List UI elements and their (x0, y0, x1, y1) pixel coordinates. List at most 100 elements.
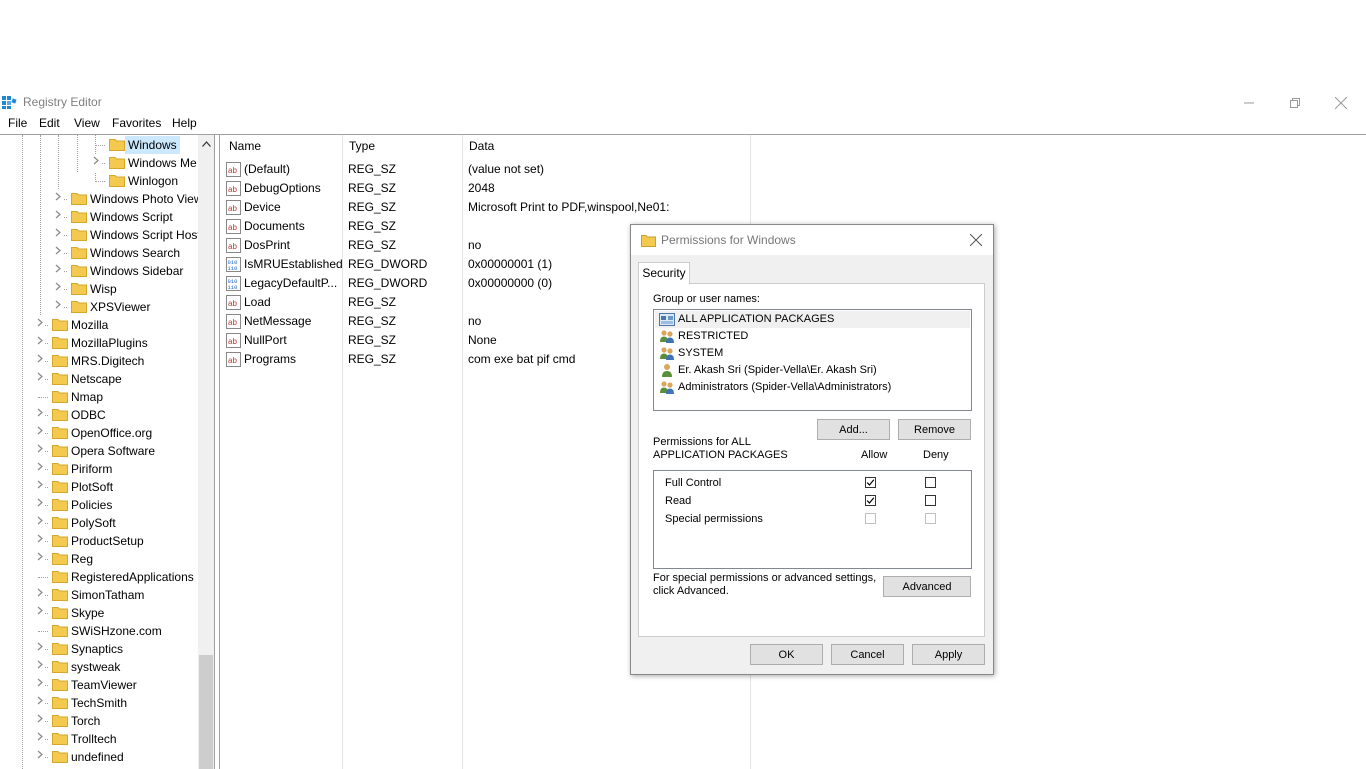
chevron-right-icon[interactable] (35, 712, 45, 730)
close-button[interactable] (1318, 92, 1364, 114)
user-list-item[interactable]: SYSTEM (655, 345, 970, 362)
tree-item[interactable]: OpenOffice.org (0, 424, 198, 442)
chevron-right-icon[interactable] (35, 406, 45, 424)
tree-item[interactable]: Reg (0, 550, 198, 568)
tree-item[interactable]: Nmap (0, 388, 198, 406)
chevron-right-icon[interactable] (35, 532, 45, 550)
column-header-name[interactable]: Name (229, 139, 261, 153)
tree-item[interactable]: Skype (0, 604, 198, 622)
chevron-right-icon[interactable] (91, 154, 101, 172)
tree-item[interactable]: Windows Me (0, 154, 198, 172)
chevron-right-icon[interactable] (35, 334, 45, 352)
user-list-item[interactable]: Er. Akash Sri (Spider-Vella\Er. Akash Sr… (655, 362, 970, 379)
tree-item[interactable]: XPSViewer (0, 298, 198, 316)
scrollbar-thumb[interactable] (199, 655, 213, 769)
add-button[interactable]: Add... (817, 419, 890, 440)
chevron-right-icon[interactable] (35, 496, 45, 514)
chevron-right-icon[interactable] (35, 316, 45, 334)
tree-item[interactable]: Mozilla (0, 316, 198, 334)
chevron-right-icon[interactable] (35, 748, 45, 766)
tree-item[interactable]: PolySoft (0, 514, 198, 532)
tree-item[interactable]: Netscape (0, 370, 198, 388)
chevron-right-icon[interactable] (53, 262, 63, 280)
registry-tree[interactable]: Windows Windows Me Winlogon Windows Photo V… (0, 135, 215, 769)
tab-security[interactable]: Security (638, 262, 690, 284)
column-header-type[interactable]: Type (349, 139, 375, 153)
tree-item[interactable]: Windows Sidebar (0, 262, 198, 280)
tree-item[interactable]: undefined (0, 748, 198, 766)
tree-item[interactable]: Windows Script Host (0, 226, 201, 244)
tree-item[interactable]: TeamViewer (0, 676, 198, 694)
tree-item[interactable]: Trolltech (0, 730, 198, 748)
chevron-right-icon[interactable] (35, 442, 45, 460)
chevron-right-icon[interactable] (35, 352, 45, 370)
tree-item[interactable]: PlotSoft (0, 478, 198, 496)
chevron-right-icon[interactable] (35, 676, 45, 694)
tree-item[interactable]: Torch (0, 712, 198, 730)
menu-favorites[interactable]: Favorites (112, 116, 161, 130)
cancel-button[interactable]: Cancel (831, 644, 904, 665)
chevron-right-icon[interactable] (35, 478, 45, 496)
tree-item[interactable]: RegisteredApplications (0, 568, 198, 586)
tree-item[interactable]: Windows Script (0, 208, 198, 226)
tree-item[interactable]: systweak (0, 658, 198, 676)
tree-item[interactable]: Windows Search (0, 244, 198, 262)
tree-item[interactable]: MRS.Digitech (0, 352, 198, 370)
chevron-right-icon[interactable] (35, 460, 45, 478)
tree-item[interactable]: Windows (0, 136, 198, 154)
scroll-up-icon[interactable] (198, 135, 214, 153)
user-list-item[interactable]: Administrators (Spider-Vella\Administrat… (655, 379, 970, 396)
menu-view[interactable]: View (74, 116, 100, 130)
chevron-right-icon[interactable] (53, 226, 63, 244)
menu-file[interactable]: File (8, 116, 27, 130)
chevron-right-icon[interactable] (35, 604, 45, 622)
tree-item[interactable]: SWiSHzone.com (0, 622, 198, 640)
chevron-right-icon[interactable] (35, 658, 45, 676)
tree-item[interactable]: ProductSetup (0, 532, 198, 550)
apply-button[interactable]: Apply (912, 644, 985, 665)
tree-item[interactable]: SimonTatham (0, 586, 198, 604)
chevron-right-icon[interactable] (35, 514, 45, 532)
chevron-right-icon[interactable] (35, 424, 45, 442)
tree-item[interactable]: Synaptics (0, 640, 198, 658)
tree-item[interactable]: TechSmith (0, 694, 198, 712)
tree-item[interactable]: Winlogon (0, 172, 198, 190)
chevron-right-icon[interactable] (53, 244, 63, 262)
allow-checkbox[interactable] (865, 477, 876, 488)
chevron-right-icon[interactable] (53, 280, 63, 298)
allow-checkbox[interactable] (865, 495, 876, 506)
advanced-button[interactable]: Advanced (883, 576, 971, 597)
chevron-right-icon[interactable] (35, 730, 45, 748)
value-row[interactable]: ab (Default) REG_SZ (value not set) (220, 160, 750, 179)
chevron-right-icon[interactable] (53, 298, 63, 316)
tree-scrollbar[interactable] (198, 135, 214, 769)
menu-help[interactable]: Help (172, 116, 197, 130)
minimize-button[interactable] (1226, 92, 1272, 114)
user-list-item[interactable]: ALL APPLICATION PACKAGES (655, 311, 970, 328)
chevron-right-icon[interactable] (35, 370, 45, 388)
tree-item[interactable]: Piriform (0, 460, 198, 478)
tree-item[interactable]: Policies (0, 496, 198, 514)
chevron-right-icon[interactable] (35, 640, 45, 658)
tree-item[interactable]: Windows Photo View (0, 190, 203, 208)
chevron-right-icon[interactable] (35, 550, 45, 568)
deny-checkbox[interactable] (925, 477, 936, 488)
ok-button[interactable]: OK (750, 644, 823, 665)
column-header-data[interactable]: Data (469, 139, 494, 153)
chevron-right-icon[interactable] (53, 208, 63, 226)
menu-edit[interactable]: Edit (39, 116, 60, 130)
value-row[interactable]: ab DebugOptions REG_SZ 2048 (220, 179, 750, 198)
restore-button[interactable] (1272, 92, 1318, 114)
value-row[interactable]: ab Device REG_SZ Microsoft Print to PDF,win… (220, 198, 750, 217)
remove-button[interactable]: Remove (898, 419, 971, 440)
tree-item[interactable]: Opera Software (0, 442, 198, 460)
tree-item[interactable]: MozillaPlugins (0, 334, 198, 352)
chevron-right-icon[interactable] (35, 694, 45, 712)
user-list-item[interactable]: RESTRICTED (655, 328, 970, 345)
dialog-close-button[interactable] (965, 229, 987, 251)
users-list[interactable]: ALL APPLICATION PACKAGES RESTRICTED SYSTEM… (653, 309, 972, 411)
chevron-right-icon[interactable] (53, 190, 63, 208)
chevron-right-icon[interactable] (35, 586, 45, 604)
tree-item[interactable]: ODBC (0, 406, 198, 424)
deny-checkbox[interactable] (925, 495, 936, 506)
